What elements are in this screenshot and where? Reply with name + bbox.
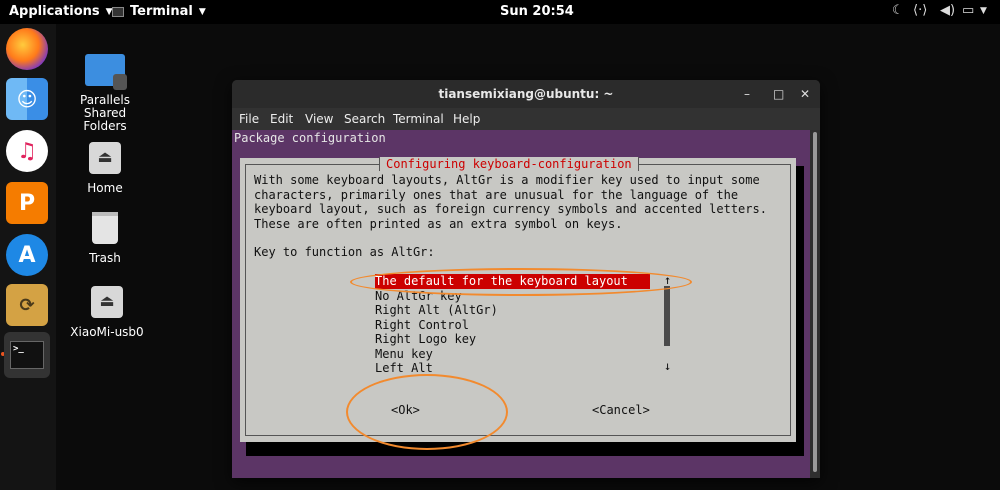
battery-icon[interactable]: ▭ [962,3,974,18]
menu-edit[interactable]: Edit [270,112,293,126]
dock: ☺ ♫ P A ⟳ >_ [0,24,56,490]
option-right-alt[interactable]: Right Alt (AltGr) [375,303,498,318]
desktop-icon-label: XiaoMi-usb0 [70,325,144,339]
dialog-title: Configuring keyboard-configuration [379,157,639,171]
shared-folder-icon [85,50,127,90]
firefox-icon[interactable] [6,28,48,70]
cancel-button[interactable]: <Cancel> [592,403,650,417]
option-right-control[interactable]: Right Control [375,318,469,333]
backup-icon[interactable]: ⟳ [6,284,48,326]
dialog-description: With some keyboard layouts, AltGr is a m… [254,173,767,231]
description-line: keyboard layout, such as foreign currenc… [254,202,767,216]
desktop-icon-parallels-shared-folders[interactable]: Parallels Shared Folders [70,50,140,133]
scrollbar-thumb[interactable] [813,132,817,472]
dialog-shadow [246,442,804,456]
terminal-app-menu[interactable]: Terminal ▼ [112,4,206,19]
debconf-dialog: Configuring keyboard-configuration With … [240,157,796,442]
terminal-dock-item[interactable]: >_ [4,332,50,378]
clock[interactable]: Sun 20:54 [500,4,574,19]
top-bar: Applications ▼ Terminal ▼ Sun 20:54 ☾ ⟨·… [0,0,1000,24]
menu-help[interactable]: Help [453,112,480,126]
close-icon[interactable]: ✕ [800,80,810,108]
terminal-icon: >_ [10,341,44,369]
altgr-prompt: Key to function as AltGr: [254,245,435,259]
terminal-content[interactable]: Package configuration Configuring keyboa… [232,130,820,478]
dialog-shadow [796,166,804,456]
menu-terminal[interactable]: Terminal [393,112,444,126]
itunes-icon[interactable]: ♫ [6,130,48,172]
terminal-scrollbar[interactable] [810,130,820,478]
drive-icon: ⏏ [85,138,125,178]
package-configuration-header: Package configuration [234,131,386,145]
applications-menu[interactable]: Applications ▼ [9,4,113,19]
description-line: characters, primarily ones that are unus… [254,187,739,202]
night-light-icon[interactable]: ☾ [892,3,904,18]
menu-search[interactable]: Search [344,112,385,126]
pages-icon[interactable]: P [6,182,48,224]
option-menu-key[interactable]: Menu key [375,347,433,362]
volume-icon[interactable]: ◀) [940,3,955,18]
desktop-icon-label: Home [87,181,123,195]
trash-icon [85,208,125,248]
menu-file[interactable]: File [239,112,259,126]
system-menu-chevron-icon[interactable]: ▼ [980,6,987,16]
terminal-app-label: Terminal [130,4,193,19]
terminal-app-icon [112,6,124,17]
description-line: With some keyboard layouts, AltGr is a m… [254,173,760,187]
minimize-icon[interactable]: – [744,80,750,108]
desktop-icon-trash[interactable]: Trash [70,208,140,265]
menu-view[interactable]: View [305,112,333,126]
list-scrollbar[interactable] [664,286,670,346]
window-title: tiansemixiang@ubuntu: ~ [232,80,820,108]
highlight-ellipse [346,374,508,450]
desktop-icon-xiaomi-usb0[interactable]: ⏏ XiaoMi-usb0 [70,282,144,339]
maximize-icon[interactable]: □ [773,80,784,108]
applications-label: Applications [9,4,100,19]
network-icon[interactable]: ⟨·⟩ [913,3,927,18]
desktop-icon-home[interactable]: ⏏ Home [70,138,140,195]
highlight-ellipse [350,268,692,296]
clock-label: Sun 20:54 [500,4,574,19]
drive-icon: ⏏ [87,282,127,322]
finder-icon[interactable]: ☺ [6,78,48,120]
menu-bar: File Edit View Search Terminal Help [232,108,820,130]
option-right-logo[interactable]: Right Logo key [375,332,476,347]
app-store-icon[interactable]: A [6,234,48,276]
desktop-icon-label: Parallels Shared Folders [80,93,130,133]
chevron-down-icon: ▼ [198,6,206,17]
arrow-down-icon[interactable]: ↓ [664,359,671,373]
description-line: These are often printed as an extra symb… [254,216,623,231]
desktop-icon-label: Trash [89,251,121,265]
